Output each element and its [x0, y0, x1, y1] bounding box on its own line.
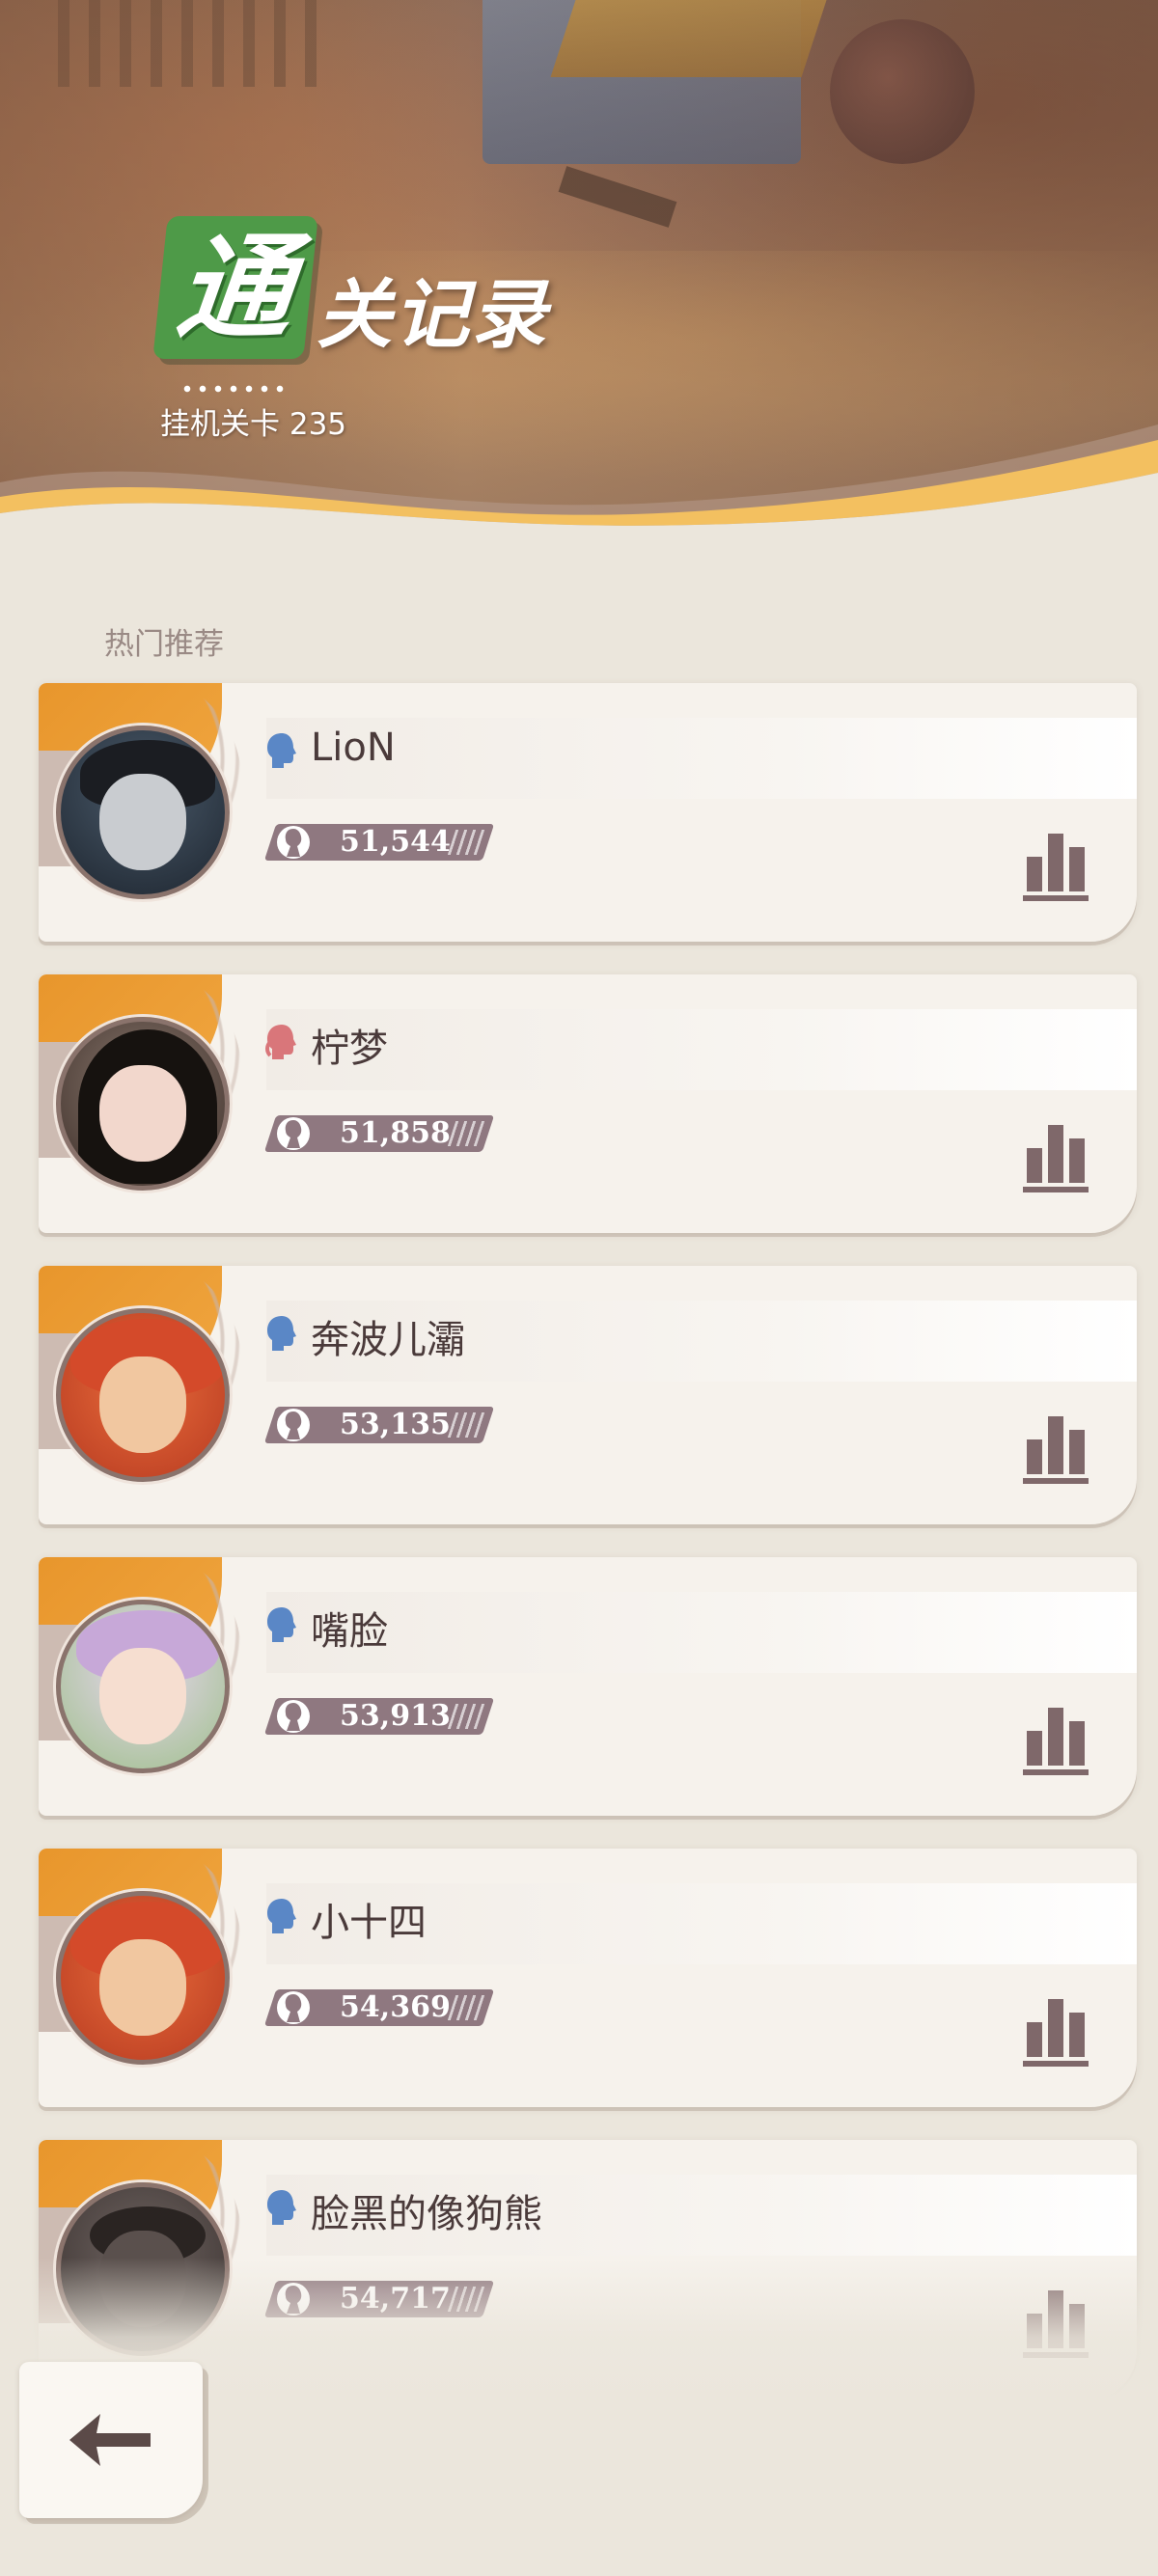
avatar-face — [99, 1648, 186, 1745]
record-card[interactable]: 奔波儿灞 53,135 — [39, 1266, 1137, 1524]
back-arrow-icon — [69, 2414, 151, 2466]
player-name: 奔波儿灞 — [311, 1318, 465, 1362]
score-value: 51,544 — [340, 825, 451, 859]
avatar[interactable] — [56, 726, 230, 899]
score-value: 54,369 — [340, 1990, 451, 2024]
bar-chart-icon[interactable] — [1019, 828, 1096, 905]
back-button[interactable] — [19, 2362, 203, 2518]
record-list: LioN 51,544 柠梦 51,858 奔波儿灞 53,135 嘴脸 53,… — [0, 0, 1158, 2576]
avatar-face — [99, 1065, 186, 1163]
player-name: LioN — [311, 726, 396, 770]
character-silhouette-icon — [277, 1117, 310, 1150]
character-silhouette-icon — [277, 1991, 310, 2024]
bar-chart-icon[interactable] — [1019, 1702, 1096, 1779]
male-head-icon — [267, 1899, 296, 1933]
avatar[interactable] — [56, 1600, 230, 1773]
character-silhouette-icon — [277, 1409, 310, 1441]
bar-chart-icon[interactable] — [1019, 1993, 1096, 2070]
bar-chart-icon[interactable] — [1019, 1411, 1096, 1488]
player-name: 小十四 — [311, 1901, 427, 1945]
character-silhouette-icon — [277, 826, 310, 859]
name-strip — [266, 718, 1137, 799]
female-head-icon — [265, 1025, 296, 1059]
score-value: 53,135 — [340, 1408, 451, 1441]
name-strip — [266, 1009, 1137, 1090]
record-card[interactable]: 嘴脸 53,913 — [39, 1557, 1137, 1816]
male-head-icon — [267, 1316, 296, 1351]
avatar[interactable] — [56, 1891, 230, 2065]
male-head-icon — [267, 1607, 296, 1642]
record-card[interactable]: 小十四 54,369 — [39, 1849, 1137, 2107]
score-value: 51,858 — [340, 1116, 451, 1150]
avatar[interactable] — [56, 1308, 230, 1482]
score-value: 53,913 — [340, 1699, 451, 1733]
player-name: 嘴脸 — [311, 1609, 388, 1654]
male-head-icon — [267, 2190, 296, 2225]
avatar-face — [99, 1939, 186, 2037]
record-card[interactable]: 柠梦 51,858 — [39, 974, 1137, 1233]
avatar-face — [99, 774, 186, 871]
bar-chart-icon[interactable] — [1019, 1119, 1096, 1196]
record-card[interactable]: LioN 51,544 — [39, 683, 1137, 942]
name-strip — [266, 1592, 1137, 1673]
male-head-icon — [267, 733, 296, 768]
character-silhouette-icon — [277, 1700, 310, 1733]
player-name: 柠梦 — [311, 1027, 388, 1071]
avatar-face — [99, 1357, 186, 1454]
avatar[interactable] — [56, 1017, 230, 1191]
player-name: 脸黑的像狗熊 — [311, 2192, 542, 2236]
